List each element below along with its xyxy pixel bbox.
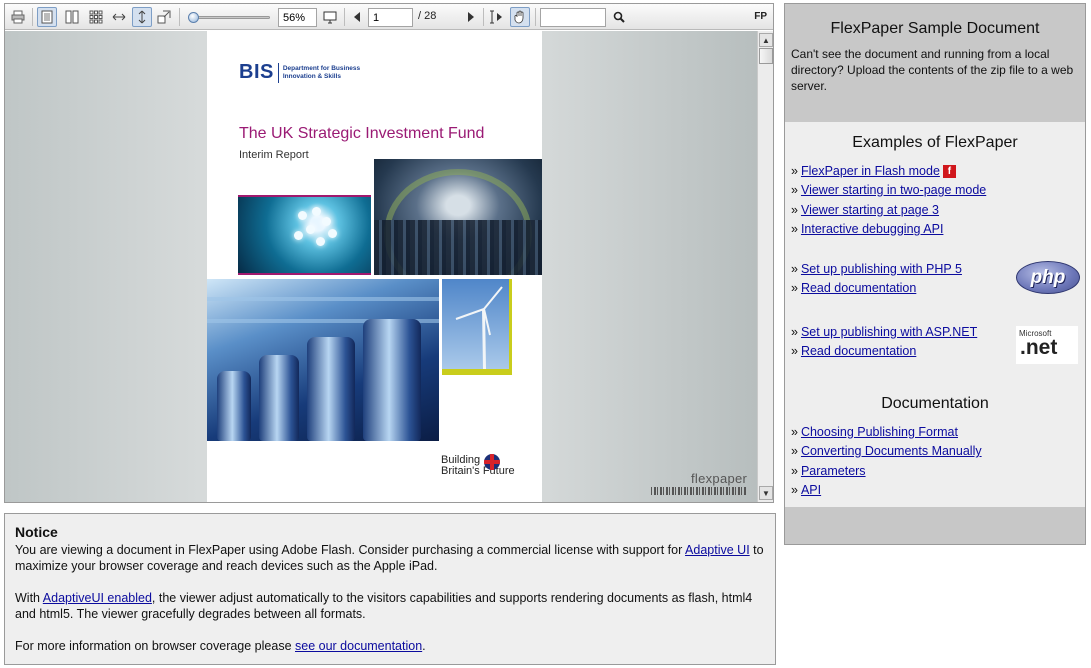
bis-logo: BIS Department for Business Innovation &… [239,61,361,83]
fullscreen-icon [157,10,171,24]
link-api[interactable]: » API [791,483,821,497]
link-converting-documents[interactable]: » Converting Documents Manually [791,444,982,458]
arrow-right-icon [468,12,474,22]
page-number-input[interactable]: 1 [368,8,413,27]
monitor-icon [323,11,337,23]
sidebar-title: FlexPaper Sample Document [830,20,1040,37]
barcode-graphic [651,487,746,495]
wind-turbine-photo [442,279,512,375]
notice-paragraph-3: For more information on browser coverage… [15,639,426,653]
link-choosing-format[interactable]: » Choosing Publishing Format [791,425,958,439]
zoom-slider-knob[interactable] [188,12,199,23]
fullscreen-button[interactable] [154,7,174,27]
tunnel-crowd-photo [374,159,542,275]
document-viewer: 56% 1 / 28 FP BIS Department for Busines… [4,3,774,503]
sidebar-panel: FlexPaper Sample Document Can't see the … [784,3,1086,545]
fit-height-icon [138,10,146,24]
hand-tool-button[interactable] [510,7,530,27]
fit-width-button[interactable] [109,7,129,27]
fit-page-button[interactable] [320,7,340,27]
scrollbar-thumb[interactable] [759,48,773,64]
examples-heading: Examples of FlexPaper [852,134,1018,151]
hand-icon [514,10,524,24]
link-page-3[interactable]: » Viewer starting at page 3 [791,203,939,217]
notice-paragraph-2: With AdaptiveUI enabled, the viewer adju… [15,591,753,621]
print-icon [11,10,25,24]
link-setup-aspnet[interactable]: » Set up publishing with ASP.NET [791,325,977,339]
viewer-toolbar: 56% 1 / 28 FP [5,4,773,30]
thumbnail-grid-icon [89,10,103,24]
two-page-view-button[interactable] [62,7,82,27]
link-two-page-mode[interactable]: » Viewer starting in two-page mode [791,183,986,197]
sidebar-intro: Can't see the document and running from … [791,47,1074,93]
zoom-input[interactable]: 56% [278,8,317,27]
link-flash-mode[interactable]: » FlexPaper in Flash mode f [791,164,956,178]
link-setup-php[interactable]: » Set up publishing with PHP 5 [791,262,962,276]
search-icon [613,11,625,23]
sidebar-header: FlexPaper Sample Document Can't see the … [785,4,1085,122]
notice-paragraph-1: You are viewing a document in FlexPaper … [15,543,764,573]
fit-width-icon [112,13,126,21]
page-total: / 28 [418,10,437,22]
documentation-heading: Documentation [881,395,989,412]
adaptive-ui-link[interactable]: Adaptive UI [685,543,750,557]
fibre-optic-photo [238,195,371,275]
document-canvas[interactable]: BIS Department for Business Innovation &… [5,31,757,502]
text-select-button[interactable] [486,7,506,27]
arrow-left-icon [354,12,360,22]
notice-box: Notice You are viewing a document in Fle… [4,513,776,665]
link-debugging-api[interactable]: » Interactive debugging API [791,222,943,236]
link-php-documentation[interactable]: » Read documentation [791,281,916,295]
search-button[interactable] [609,7,629,27]
next-page-button[interactable] [461,7,481,27]
dotnet-logo-icon: Microsoft .net [1016,326,1078,364]
adaptive-ui-enabled-link[interactable]: AdaptiveUI enabled [43,591,152,605]
thumbnail-view-button[interactable] [86,7,106,27]
two-page-icon [65,10,79,24]
previous-page-button[interactable] [347,7,367,27]
sidebar-links: Examples of FlexPaper » FlexPaper in Flas… [785,122,1085,507]
union-flag-icon [484,454,500,470]
see-documentation-link[interactable]: see our documentation [295,639,422,653]
flash-icon: f [942,165,956,178]
scroll-down-button[interactable]: ▼ [759,486,773,500]
flexpaper-watermark: flexpaper [691,471,748,486]
flexpaper-brand-label: FP [754,11,767,22]
document-title: The UK Strategic Investment Fund [239,125,485,142]
link-aspnet-documentation[interactable]: » Read documentation [791,344,916,358]
link-parameters[interactable]: » Parameters [791,464,866,478]
vertical-scrollbar[interactable]: ▲ ▼ [757,31,773,502]
scroll-up-button[interactable]: ▲ [759,33,773,47]
text-cursor-icon [490,10,502,24]
single-page-icon [41,10,53,24]
print-button[interactable] [8,7,28,27]
fit-height-button[interactable] [132,7,152,27]
building-britains-future-logo: Building Britain's Future [441,454,515,477]
notice-heading: Notice [15,524,58,540]
search-input[interactable] [540,8,606,27]
zoom-slider-track[interactable] [192,16,270,19]
php-logo-icon: php [1016,261,1080,294]
industrial-tanks-photo [207,279,439,441]
document-page: BIS Department for Business Innovation &… [207,31,542,502]
single-page-view-button[interactable] [37,7,57,27]
document-subtitle: Interim Report [239,149,309,161]
